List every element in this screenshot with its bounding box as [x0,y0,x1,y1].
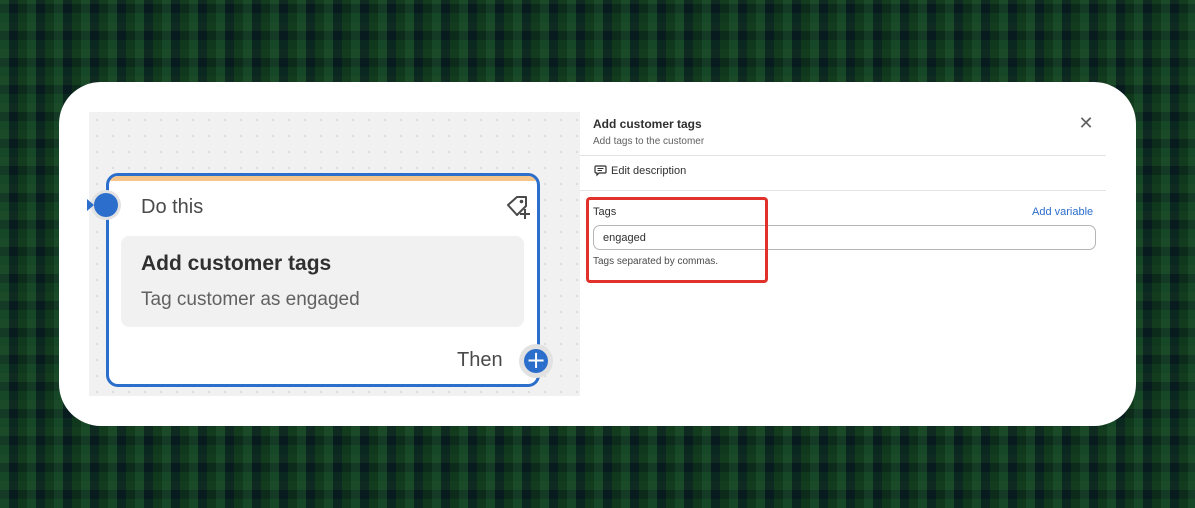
connector-dot-icon [94,193,118,217]
panel-divider [580,155,1106,156]
panel-divider [580,190,1106,191]
tag-add-icon [507,196,530,219]
panel-subtitle: Add tags to the customer [593,136,705,147]
close-icon[interactable]: ✕ [1076,114,1096,134]
connector-arrow-icon [87,199,94,211]
edit-description-button[interactable]: Edit description [594,164,686,177]
panel-title: Add customer tags [593,117,702,131]
speech-bubble-icon [594,165,607,177]
node-then-label: Then [457,349,503,371]
node-accent-bar [109,176,537,181]
add-variable-link[interactable]: Add variable [1032,206,1093,218]
node-action-summary: Tag customer as engaged [141,289,360,310]
highlight-box [586,197,768,283]
node-action-card[interactable]: Add customer tags Tag customer as engage… [121,236,524,327]
plus-icon: + [524,346,548,374]
workflow-action-node[interactable]: Do this Add customer tags Tag customer a… [106,173,540,387]
add-next-step-button[interactable]: + [519,344,553,378]
node-input-connector [87,190,121,220]
node-action-title: Add customer tags [141,252,332,275]
node-header-label: Do this [141,196,204,218]
edit-description-label: Edit description [611,164,687,177]
